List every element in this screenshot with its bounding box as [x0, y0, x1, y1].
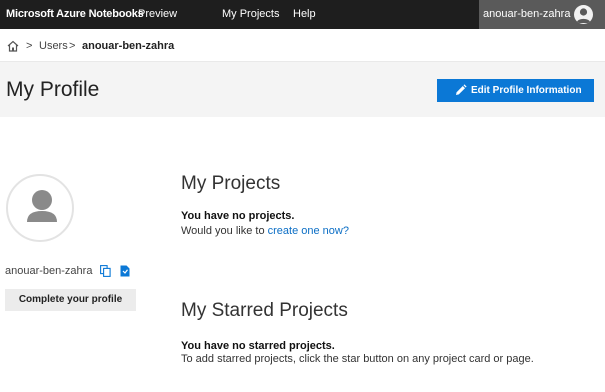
home-icon[interactable]	[7, 40, 19, 52]
user-menu[interactable]: anouar-ben-zahra	[479, 0, 605, 29]
no-starred-message: You have no starred projects.	[181, 340, 335, 352]
no-projects-message: You have no projects.	[181, 210, 295, 222]
my-projects-heading: My Projects	[181, 173, 281, 194]
preview-label: Preview	[138, 8, 178, 20]
profile-avatar	[6, 174, 74, 242]
copy-icon[interactable]	[100, 264, 111, 277]
profile-username: anouar-ben-zahra	[5, 265, 93, 277]
complete-profile-button[interactable]: Complete your profile	[5, 289, 136, 311]
create-project-prefix: Would you like to	[181, 225, 268, 237]
create-project-link[interactable]: create one now?	[268, 225, 349, 237]
user-avatar-icon[interactable]	[574, 5, 593, 24]
nav-help[interactable]: Help	[293, 8, 316, 20]
document-icon[interactable]	[120, 264, 130, 277]
breadcrumb-separator: >	[69, 40, 76, 52]
starred-projects-heading: My Starred Projects	[181, 300, 348, 321]
create-project-prompt: Would you like to create one now?	[181, 225, 349, 237]
edit-profile-label: Edit Profile Information	[471, 85, 582, 96]
breadcrumb: > Users > anouar-ben-zahra	[0, 29, 605, 62]
edit-profile-button[interactable]: Edit Profile Information	[437, 79, 594, 102]
breadcrumb-current: anouar-ben-zahra	[82, 40, 175, 52]
starred-hint: To add starred projects, click the star …	[181, 353, 534, 365]
pencil-icon	[454, 84, 467, 97]
nav-my-projects[interactable]: My Projects	[222, 8, 279, 20]
user-menu-name[interactable]: anouar-ben-zahra	[483, 8, 570, 20]
top-nav-bar: Microsoft Azure Notebooks Preview My Pro…	[0, 0, 605, 29]
breadcrumb-separator: >	[26, 40, 33, 52]
breadcrumb-users[interactable]: Users	[39, 40, 68, 52]
brand-title[interactable]: Microsoft Azure Notebooks	[6, 8, 144, 20]
page-title: My Profile	[6, 78, 100, 101]
page-header: My Profile Edit Profile Information	[0, 62, 605, 117]
